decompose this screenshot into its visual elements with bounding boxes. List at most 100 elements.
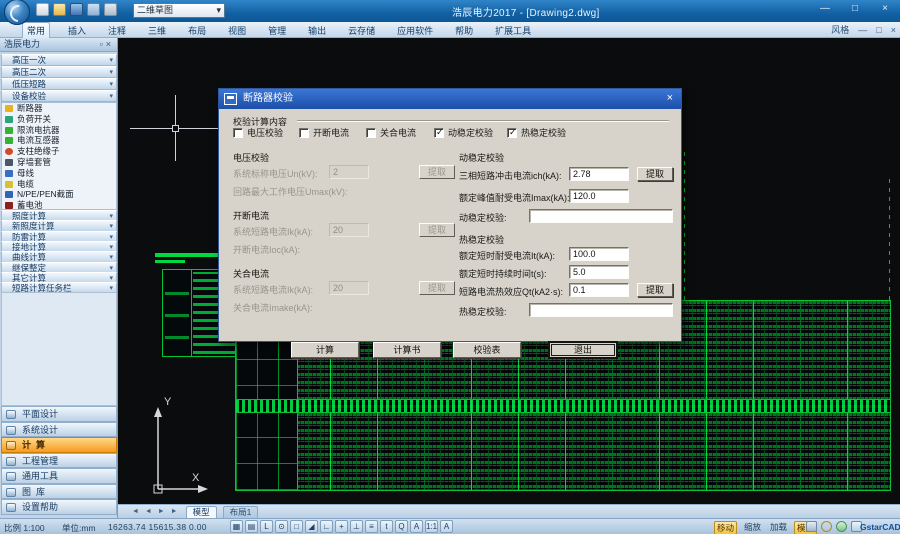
nav-library[interactable]: 图 库 bbox=[1, 484, 117, 500]
checkbox-thermal-stability[interactable]: 热稳定校验 bbox=[507, 126, 566, 139]
ich-field[interactable]: 2.78 bbox=[569, 167, 629, 181]
grid-toggle-icon[interactable]: ▦ bbox=[230, 520, 243, 533]
dynamic-result-field[interactable] bbox=[529, 209, 673, 223]
ich-extract-button[interactable]: 提取 bbox=[637, 167, 673, 181]
device-cable[interactable]: 电缆 bbox=[2, 179, 116, 190]
report-button[interactable]: 计算书 bbox=[373, 342, 441, 358]
ribbon-tab-layout[interactable]: 布局 bbox=[184, 23, 210, 38]
transparency-toggle-icon[interactable]: t bbox=[380, 520, 393, 533]
it-field[interactable]: 100.0 bbox=[569, 247, 629, 261]
checkbox-breaking-current[interactable]: 开断电流 bbox=[299, 126, 349, 139]
annoscale-toggle-icon[interactable]: 1:1 bbox=[425, 520, 438, 533]
group-hv-secondary[interactable]: 高压二次▾ bbox=[1, 66, 117, 78]
dyn-input-toggle-icon[interactable]: ≡ bbox=[365, 520, 378, 533]
ribbon-tab-insert[interactable]: 插入 bbox=[64, 23, 90, 38]
ribbon-tab-cloud[interactable]: 云存储 bbox=[344, 23, 379, 38]
device-load-switch[interactable]: 负荷开关 bbox=[2, 114, 116, 125]
dyn-toggle-icon[interactable]: + bbox=[335, 520, 348, 533]
imax-field[interactable]: 120.0 bbox=[569, 189, 629, 203]
doc-minimize-button[interactable]: — bbox=[858, 25, 867, 35]
doc-restore-button[interactable]: □ bbox=[876, 25, 881, 35]
mode-load[interactable]: 加载 bbox=[768, 521, 789, 534]
mode-zoom[interactable]: 缩放 bbox=[742, 521, 763, 534]
device-ct[interactable]: 电流互感器 bbox=[2, 135, 116, 146]
tab-layout1[interactable]: 布局1 bbox=[223, 506, 259, 518]
lwt-toggle-icon[interactable]: ⊥ bbox=[350, 520, 363, 533]
workspace-select[interactable]: 二维草图 ▾ bbox=[133, 3, 225, 18]
check-table-button[interactable]: 校验表 bbox=[453, 342, 521, 358]
nav-settings-help[interactable]: 设置帮助 bbox=[1, 499, 117, 515]
osnap-toggle-icon[interactable]: □ bbox=[290, 520, 303, 533]
plane-design-icon bbox=[6, 410, 16, 419]
library-icon bbox=[6, 488, 16, 497]
restore-button[interactable]: □ bbox=[846, 3, 864, 14]
checkbox-voltage-check[interactable]: 电压校验 bbox=[233, 126, 283, 139]
minimize-button[interactable]: — bbox=[816, 3, 834, 14]
ui-style-dropdown[interactable]: 风格 bbox=[831, 23, 849, 36]
nav-plane-design[interactable]: 平面设计 bbox=[1, 406, 117, 422]
group-device-check[interactable]: 设备校验▾ bbox=[1, 90, 117, 102]
ucs-toggle-icon[interactable]: ∟ bbox=[320, 520, 333, 533]
unit-indicator: 单位:mm bbox=[62, 522, 96, 534]
device-reactor[interactable]: 限流电抗器 bbox=[2, 125, 116, 136]
ribbon-tab-view[interactable]: 视图 bbox=[224, 23, 250, 38]
thermal-result-field[interactable] bbox=[529, 303, 673, 317]
ribbon-tab-manage[interactable]: 管理 bbox=[264, 23, 290, 38]
device-breaker[interactable]: 断路器 bbox=[2, 103, 116, 114]
user-icon[interactable] bbox=[806, 521, 817, 532]
scale-indicator[interactable]: 比例 1:100 bbox=[4, 522, 45, 534]
autoscale-toggle-icon[interactable]: A bbox=[440, 520, 453, 533]
dialog-titlebar[interactable]: 断路器校验 × bbox=[219, 89, 681, 109]
close-button[interactable]: × bbox=[876, 3, 894, 14]
qt-extract-button[interactable]: 提取 bbox=[637, 283, 673, 297]
save-icon[interactable] bbox=[70, 3, 83, 16]
otrack-toggle-icon[interactable]: ◢ bbox=[305, 520, 318, 533]
doc-close-button[interactable]: × bbox=[891, 25, 896, 35]
open-file-icon[interactable] bbox=[53, 3, 66, 16]
ribbon-tab-3d[interactable]: 三维 bbox=[144, 23, 170, 38]
sync-icon[interactable] bbox=[836, 521, 847, 532]
tips-bulb-icon[interactable] bbox=[821, 521, 832, 532]
device-busbar[interactable]: 母线 bbox=[2, 168, 116, 179]
plot-icon[interactable] bbox=[104, 3, 117, 16]
checkbox-icon bbox=[233, 128, 243, 138]
calculate-button[interactable]: 计算 bbox=[291, 342, 359, 358]
group-hv-primary[interactable]: 高压一次▾ bbox=[1, 54, 117, 66]
quick-props-toggle-icon[interactable]: Q bbox=[395, 520, 408, 533]
ortho-toggle-icon[interactable]: L bbox=[260, 520, 273, 533]
nav-general-tools[interactable]: 通用工具 bbox=[1, 468, 117, 484]
polar-toggle-icon[interactable]: ⊙ bbox=[275, 520, 288, 533]
checkbox-dynamic-stability[interactable]: 动稳定校验 bbox=[434, 126, 493, 139]
tab-nav-arrows[interactable]: ◄ ◄ ► ► bbox=[132, 508, 180, 515]
bushing-icon bbox=[5, 159, 13, 166]
checkbox-making-current[interactable]: 关合电流 bbox=[366, 126, 416, 139]
application-window: 二维草图 ▾ 浩辰电力2017 - [Drawing2.dwg] — □ × 常… bbox=[0, 0, 900, 534]
nav-system-design[interactable]: 系统设计 bbox=[1, 422, 117, 438]
snap-toggle-icon[interactable]: ▤ bbox=[245, 520, 258, 533]
palette-close-icon[interactable]: × bbox=[106, 39, 114, 49]
ribbon-tab-annotate[interactable]: 注释 bbox=[104, 23, 130, 38]
nav-calculation[interactable]: 计 算 bbox=[1, 437, 117, 453]
ts-field[interactable]: 5.0 bbox=[569, 265, 629, 279]
exit-button[interactable]: 退出 bbox=[549, 342, 617, 358]
ik2-extract-button: 提取 bbox=[419, 281, 455, 295]
device-npe-section[interactable]: N/PE/PEN截面 bbox=[2, 189, 116, 200]
annotation-toggle-icon[interactable]: A bbox=[410, 520, 423, 533]
ribbon-tab-apps[interactable]: 应用软件 bbox=[393, 23, 437, 38]
ribbon-tab-help[interactable]: 帮助 bbox=[451, 23, 477, 38]
tab-model[interactable]: 模型 bbox=[186, 506, 217, 518]
new-file-icon[interactable] bbox=[36, 3, 49, 16]
ribbon-tab-output[interactable]: 输出 bbox=[304, 23, 330, 38]
dialog-close-icon[interactable]: × bbox=[667, 89, 673, 108]
device-wall-bushing[interactable]: 穿墙套管 bbox=[2, 157, 116, 168]
checkbox-checked-icon bbox=[507, 128, 517, 138]
device-insulator[interactable]: 支柱绝缘子 bbox=[2, 146, 116, 157]
app-logo-icon[interactable] bbox=[4, 0, 30, 25]
qt-field[interactable]: 0.1 bbox=[569, 283, 629, 297]
group-lv-short-circuit[interactable]: 低压短路▾ bbox=[1, 78, 117, 90]
mode-move[interactable]: 移动 bbox=[714, 521, 737, 534]
ribbon-tab-express-tools[interactable]: 扩展工具 bbox=[491, 23, 535, 38]
undo-icon[interactable] bbox=[87, 3, 100, 16]
ribbon-tab-home[interactable]: 常用 bbox=[22, 22, 50, 38]
nav-project-manage[interactable]: 工程管理 bbox=[1, 453, 117, 469]
